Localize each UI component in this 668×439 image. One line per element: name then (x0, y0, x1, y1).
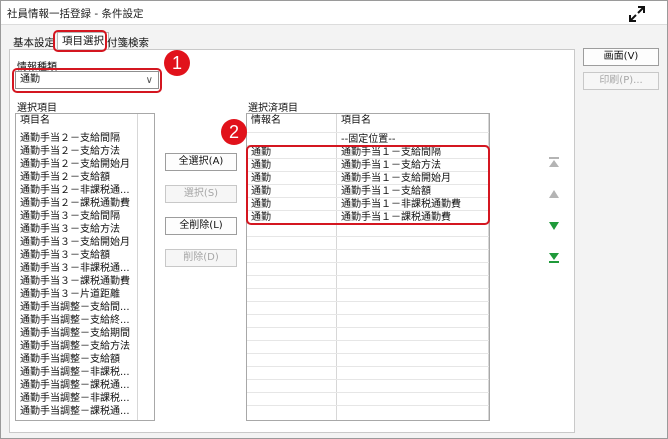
delete-all-button[interactable]: 全削除(L) (165, 217, 237, 235)
row-gridline (247, 184, 489, 185)
title-bar: 社員情報一括登録 - 条件設定 (1, 1, 667, 25)
list-item[interactable]: 通勤手当３－支給額 (16, 249, 110, 262)
row-gridline (247, 197, 489, 198)
available-items-label: 選択項目 (17, 103, 57, 114)
row-gridline (247, 145, 489, 146)
available-list-header: 項目名 (16, 114, 136, 128)
row-gridline (247, 340, 489, 341)
list-item[interactable]: 通勤手当調整－支給方法 (16, 340, 130, 353)
expand-arrows-icon (629, 6, 645, 22)
list-item[interactable]: 通勤手当２－支給開始月 (16, 158, 130, 171)
move-bottom-icon (549, 253, 559, 263)
row-gridline (247, 379, 489, 380)
row-gridline (247, 405, 489, 406)
row-gridline (247, 314, 489, 315)
row-gridline (247, 236, 489, 237)
selected-header-item: 項目名 (337, 114, 487, 128)
column-divider (137, 114, 138, 420)
move-down-button[interactable] (546, 219, 562, 233)
list-item[interactable]: 通勤手当３－支給開始月 (16, 236, 130, 249)
select-all-button[interactable]: 全選択(A) (165, 153, 237, 171)
move-top-button[interactable] (546, 155, 562, 169)
list-item[interactable]: 通勤手当２－課税通勤費 (16, 197, 130, 210)
row-gridline (247, 210, 489, 211)
list-item[interactable]: 通勤手当調整－支給終... (16, 314, 130, 327)
list-item[interactable]: 通勤手当３－支給間隔 (16, 210, 120, 223)
callout-badge-2: 2 (221, 119, 247, 145)
row-gridline (247, 366, 489, 367)
list-item[interactable]: 通勤手当調整－課税通... (16, 405, 130, 418)
list-item[interactable]: 通勤手当調整－支給間... (16, 301, 130, 314)
expand-button[interactable] (609, 2, 665, 24)
callout-badge-1: 1 (164, 50, 190, 76)
row-gridline (247, 262, 489, 263)
row-gridline (247, 132, 489, 133)
chevron-down-icon: ∨ (145, 75, 153, 86)
row-gridline (247, 301, 489, 302)
column-divider (488, 114, 489, 420)
delete-button[interactable]: 削除(D) (165, 249, 237, 267)
selected-items-label: 選択済項目 (248, 103, 298, 114)
row-gridline (247, 171, 489, 172)
tab-item-selection[interactable]: 項目選択 (57, 32, 109, 50)
window-title: 社員情報一括登録 - 条件設定 (7, 8, 144, 20)
available-items-list[interactable]: 項目名 通勤手当２－支給間隔 通勤手当２－支給方法 通勤手当２－支給開始月 通勤… (15, 113, 155, 421)
row-gridline (247, 223, 489, 224)
list-item[interactable]: 通勤手当３－非課税通... (16, 262, 130, 275)
move-bottom-button[interactable] (546, 251, 562, 265)
move-down-icon (549, 222, 559, 230)
list-item[interactable]: 通勤手当３－片道距離 (16, 288, 120, 301)
list-item[interactable]: 通勤手当調整－課税通... (16, 379, 130, 392)
row-gridline (247, 249, 489, 250)
list-item[interactable]: 通勤手当３－支給方法 (16, 223, 120, 236)
row-gridline (247, 288, 489, 289)
list-item[interactable]: 通勤手当調整－支給期間 (16, 327, 130, 340)
dialog-window: 社員情報一括登録 - 条件設定 基本設定 項目選択 付箋検索 情報種類 通勤 ∨… (0, 0, 668, 439)
list-item[interactable]: 通勤手当調整－非課税... (16, 392, 130, 405)
screen-button[interactable]: 画面(V) (583, 48, 659, 66)
row-gridline (247, 327, 489, 328)
list-item[interactable]: 通勤手当調整－支給額 (16, 353, 120, 366)
move-up-button[interactable] (546, 187, 562, 201)
move-top-icon (549, 157, 559, 167)
move-up-icon (549, 190, 559, 198)
selected-items-list[interactable]: 情報名 項目名 --固定位置-- 通勤 通勤手当１－支給間隔 通勤 通勤手当１－… (246, 113, 490, 421)
selected-header-info: 情報名 (247, 114, 335, 128)
row-gridline (247, 353, 489, 354)
list-item[interactable]: 通勤手当２－支給方法 (16, 145, 120, 158)
list-item[interactable]: 通勤手当３－課税通勤費 (16, 275, 130, 288)
row-gridline (247, 392, 489, 393)
list-item[interactable]: 通勤手当調整－非課税... (16, 366, 130, 379)
select-button[interactable]: 選択(S) (165, 185, 237, 203)
info-type-select[interactable]: 通勤 ∨ (15, 71, 159, 89)
list-item[interactable]: 通勤手当２－支給間隔 (16, 132, 120, 145)
print-button[interactable]: 印刷(P)... (583, 72, 659, 90)
list-item[interactable]: 通勤手当２－支給額 (16, 171, 110, 184)
info-type-value: 通勤 (20, 74, 40, 85)
row-gridline (247, 158, 489, 159)
list-item[interactable]: 通勤手当２－非課税通... (16, 184, 130, 197)
row-gridline (247, 275, 489, 276)
